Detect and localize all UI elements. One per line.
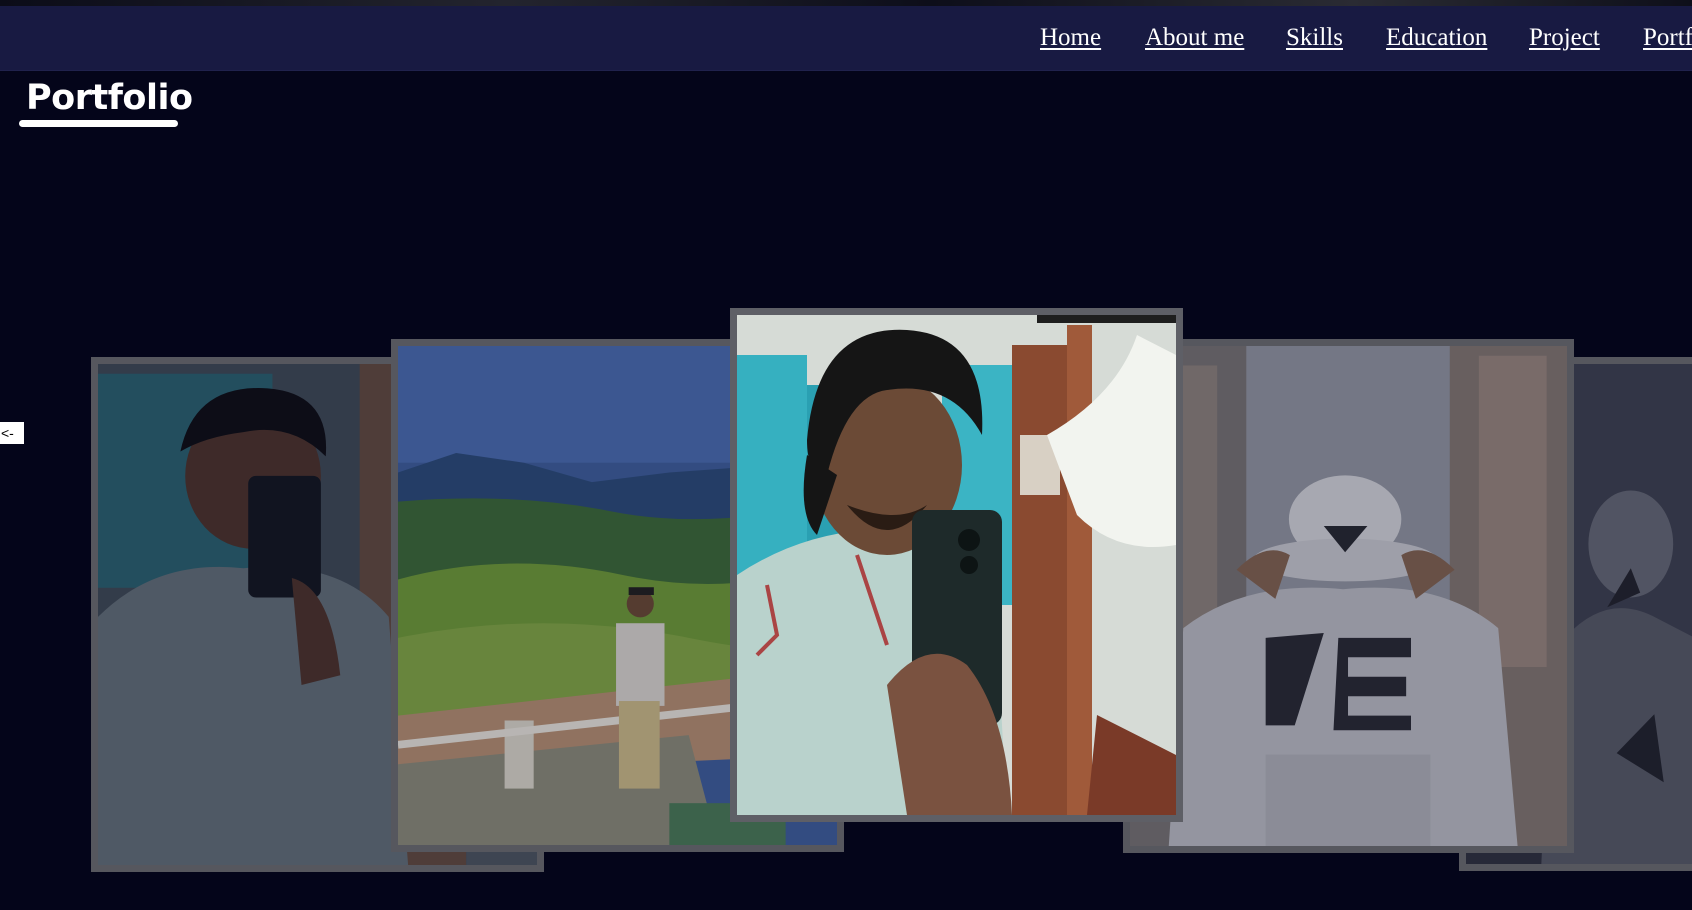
nav-skills[interactable]: Skills <box>1286 24 1343 52</box>
slide-image <box>737 315 1176 815</box>
page-title: Portfolio <box>26 78 193 118</box>
nav-portfolio[interactable]: Portf <box>1643 24 1692 52</box>
carousel-slide-active[interactable] <box>730 308 1183 822</box>
carousel-prev-button[interactable]: <- <box>0 422 24 444</box>
nav-education[interactable]: Education <box>1386 24 1487 52</box>
nav-about-me[interactable]: About me <box>1145 24 1244 52</box>
nav-home[interactable]: Home <box>1040 24 1101 52</box>
navbar: Home About me Skills Education Project P… <box>0 6 1692 70</box>
nav-project[interactable]: Project <box>1529 24 1600 52</box>
carousel-slide[interactable] <box>1123 339 1574 853</box>
title-underline <box>19 120 178 127</box>
